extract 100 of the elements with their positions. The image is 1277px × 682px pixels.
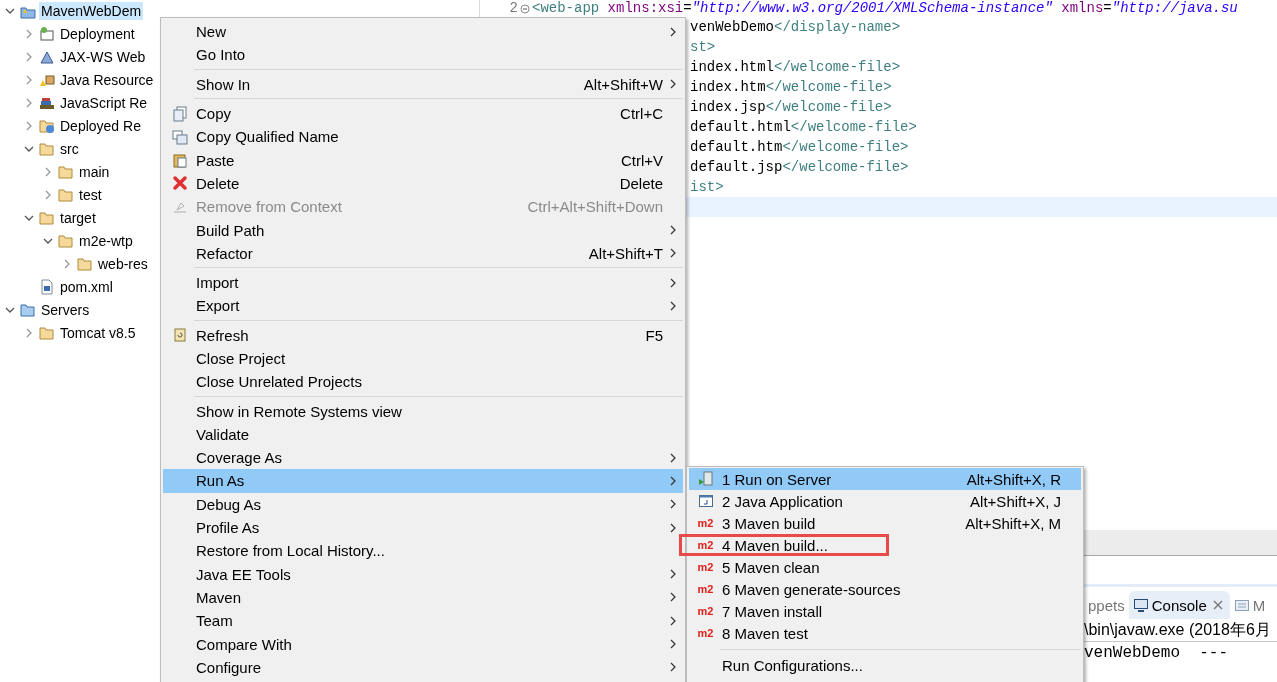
- menu-item[interactable]: Validate: [163, 422, 683, 447]
- tree-item[interactable]: main: [77, 162, 112, 181]
- menu-item[interactable]: Paste Ctrl+V: [163, 148, 683, 172]
- code-line: st>: [690, 38, 716, 57]
- folder-icon: [77, 255, 93, 272]
- maven-icon: m2: [697, 605, 714, 617]
- menu-item[interactable]: Export: [163, 294, 683, 318]
- shortcut-text: Alt+Shift+X, M: [965, 514, 1061, 532]
- close-icon: [171, 175, 188, 192]
- menu-item[interactable]: Run Configurations...: [689, 654, 1081, 676]
- menu-item[interactable]: Profile As: [163, 515, 683, 540]
- tree-item[interactable]: m2e-wtp: [77, 231, 135, 250]
- tree-item[interactable]: target: [58, 208, 98, 227]
- maven-icon: m2: [697, 561, 714, 573]
- menu-item[interactable]: m2 6 Maven generate-sources: [689, 578, 1081, 600]
- menu-item[interactable]: Team: [163, 609, 683, 633]
- tree-item[interactable]: Deployed Re: [58, 116, 143, 135]
- tree-item[interactable]: Java Resource: [58, 70, 156, 89]
- menu-item[interactable]: Coverage As: [163, 446, 683, 470]
- tree-item[interactable]: Tomcat v8.5: [58, 323, 138, 342]
- folder-icon: [39, 324, 55, 341]
- menu-item[interactable]: Import: [163, 270, 683, 295]
- maven-icon: m2: [697, 583, 714, 595]
- menu-item[interactable]: Show In Alt+Shift+W: [163, 72, 683, 96]
- folder-icon: [58, 186, 74, 203]
- folder-icon: [58, 232, 74, 249]
- shortcut-text: Alt+Shift+X, J: [970, 492, 1061, 510]
- tree-item[interactable]: MavenWebDem: [39, 1, 144, 20]
- shortcut-text: Alt+Shift+X, R: [966, 470, 1061, 488]
- paste-icon: [171, 152, 188, 169]
- view-tab[interactable]: M: [1229, 591, 1270, 619]
- console-text: \bin\javaw.exe (2018年6月: [1084, 621, 1271, 638]
- menu-item[interactable]: 2 Java Application Alt+Shift+X, J: [689, 490, 1081, 512]
- tree-item[interactable]: JAX-WS Web: [58, 47, 148, 66]
- tree-item[interactable]: pom.xml: [58, 277, 115, 296]
- shortcut-text: Ctrl+V: [620, 151, 663, 169]
- menu-item[interactable]: Compare With: [163, 632, 683, 656]
- menu-item[interactable]: Run As: [163, 469, 683, 493]
- menu-item[interactable]: Build Path: [163, 218, 683, 242]
- menu-item[interactable]: Copy Ctrl+C: [163, 101, 683, 126]
- view-tab[interactable]: ppets: [1084, 591, 1129, 619]
- menu-item[interactable]: Copy Qualified Name: [163, 125, 683, 149]
- code-line: default.htm</welcome-file>: [690, 138, 909, 157]
- menu-item[interactable]: Close Unrelated Projects: [163, 370, 683, 394]
- shortcut-text: Ctrl+Alt+Shift+Down: [527, 198, 663, 216]
- code-line: venWebDemo</display-name>: [690, 18, 901, 37]
- menu-item[interactable]: Debug As: [163, 492, 683, 516]
- code-line: <web-app xmlns:xsi="http://www.w3.org/2001/XMLSchema-instance" xmlns="http://java.su: [532, 0, 1238, 17]
- monitor-icon: [1132, 597, 1149, 613]
- refresh-icon: [171, 327, 188, 344]
- list-icon: [1233, 597, 1250, 613]
- maven-icon: m2: [697, 539, 714, 551]
- menu-item[interactable]: Delete Delete: [163, 171, 683, 196]
- code-line: ist>: [690, 178, 724, 197]
- code-line: default.html</welcome-file>: [690, 118, 917, 137]
- code-line: index.html</welcome-file>: [690, 58, 901, 77]
- folder-icon: [39, 117, 55, 134]
- menu-item[interactable]: Java EE Tools: [163, 562, 683, 586]
- tree-item[interactable]: Servers: [39, 300, 92, 319]
- menu-item[interactable]: m2 3 Maven build Alt+Shift+X, M: [689, 512, 1081, 534]
- view-tab[interactable]: Console: [1128, 591, 1230, 619]
- code-line: index.jsp</welcome-file>: [690, 98, 892, 117]
- menu-item[interactable]: Show in Remote Systems view: [163, 399, 683, 423]
- menu-item[interactable]: New: [163, 20, 683, 44]
- menu-item[interactable]: Maven: [163, 585, 683, 610]
- shortcut-text: Ctrl+C: [620, 105, 663, 123]
- menu-item[interactable]: m2 4 Maven build...: [689, 534, 1081, 556]
- tree-item[interactable]: test: [77, 185, 104, 204]
- menu-item[interactable]: Refactor Alt+Shift+T: [163, 241, 683, 265]
- tree-item[interactable]: src: [58, 139, 81, 158]
- menu-item[interactable]: Configure: [163, 655, 683, 679]
- menu-item[interactable]: Close Project: [163, 346, 683, 371]
- code-line: default.jsp</welcome-file>: [690, 158, 909, 177]
- menu-item[interactable]: Restore from Local History...: [163, 539, 683, 563]
- menu-item[interactable]: Refresh F5: [163, 323, 683, 347]
- folder-icon: [39, 140, 55, 157]
- shortcut-text: Alt+Shift+T: [588, 244, 663, 262]
- console-text: venWebDemo ---: [1084, 644, 1229, 662]
- copy-icon: [171, 105, 188, 122]
- shortcut-text: Alt+Shift+W: [583, 75, 663, 93]
- menu-item[interactable]: m2 7 Maven install: [689, 600, 1081, 622]
- collapse-icon[interactable]: [520, 3, 530, 14]
- menu-item[interactable]: m2 8 Maven test: [689, 622, 1081, 644]
- line-number: 2: [508, 0, 518, 17]
- folder-icon: [39, 209, 55, 226]
- menu-item[interactable]: Go Into: [163, 43, 683, 67]
- copy-icon: [171, 128, 188, 145]
- menu-item[interactable]: 1 Run on Server Alt+Shift+X, R: [689, 468, 1081, 490]
- shortcut-text: Delete: [619, 174, 663, 192]
- tree-item[interactable]: Deployment: [58, 24, 137, 43]
- maven-icon: m2: [697, 627, 714, 639]
- tree-item[interactable]: JavaScript Re: [58, 93, 150, 112]
- menu-item[interactable]: m2 5 Maven clean: [689, 556, 1081, 578]
- folder-icon: [20, 301, 36, 318]
- maven-icon: m2: [697, 517, 714, 529]
- server-icon: [697, 471, 714, 487]
- descriptor-icon: [39, 25, 55, 42]
- code-line: index.htm</welcome-file>: [690, 78, 892, 97]
- tree-item[interactable]: web-res: [96, 254, 150, 273]
- folder-icon: [58, 163, 74, 180]
